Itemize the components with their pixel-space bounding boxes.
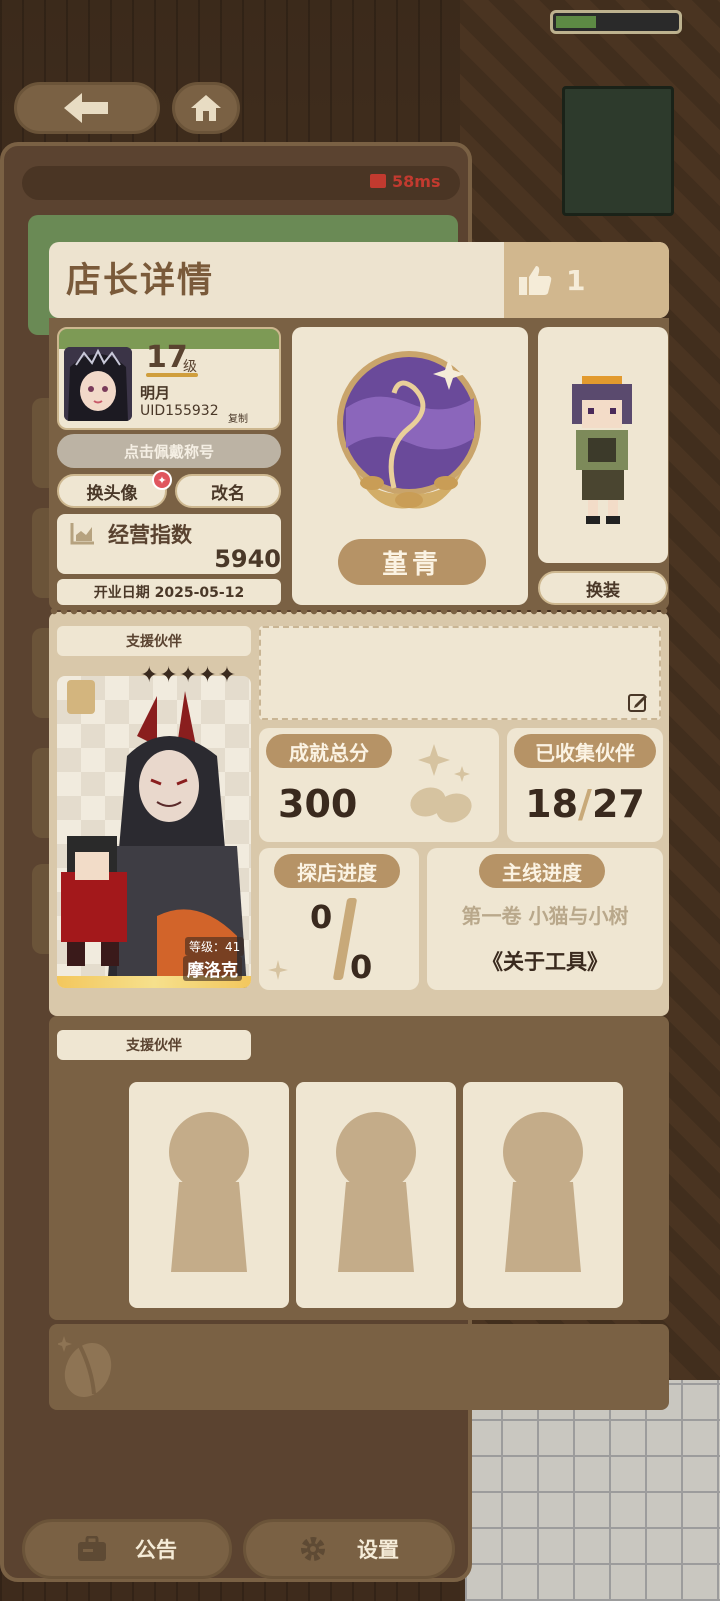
progress-fill <box>556 16 596 28</box>
home-button[interactable] <box>172 82 240 134</box>
partner-name: 摩洛克 <box>183 956 242 981</box>
business-index-value: 5940 <box>214 545 281 573</box>
visit-label: 探店进度 <box>274 854 400 888</box>
edit-icon[interactable] <box>628 692 648 712</box>
briefcase-icon <box>78 1536 106 1561</box>
support-partner-label: 支援伙伴 <box>57 626 251 656</box>
signature-box[interactable] <box>259 626 661 720</box>
wear-title-button[interactable]: 点击佩戴称号 <box>57 434 281 468</box>
main-story-chapter: 第一卷 小猫与小树 <box>461 904 629 928</box>
scallop-divider <box>49 606 669 616</box>
collected-have: 18 <box>525 782 579 826</box>
collected-value: 18/27 <box>507 782 663 826</box>
page-title: 店长详情 <box>66 261 215 301</box>
like-count: 1 <box>566 263 586 297</box>
like-button[interactable]: 1 <box>504 242 669 318</box>
main-story-label: 主线进度 <box>479 854 605 888</box>
coffee-bean-icon <box>410 744 472 823</box>
ping-indicator: 58ms <box>370 172 440 191</box>
gear-icon <box>301 1537 325 1561</box>
notification-badge: ✦ <box>152 470 172 490</box>
visit-done: 0 <box>310 898 333 936</box>
visit-total: 0 <box>350 948 373 986</box>
coffee-bean-icon <box>58 1336 112 1398</box>
level-number: 17 <box>146 340 188 375</box>
rename-button[interactable]: 改名 <box>175 474 281 508</box>
collected-total: 27 <box>591 782 645 826</box>
main-story-title: 《关于工具》 <box>482 950 608 974</box>
footer-strip <box>49 1324 669 1410</box>
support-slot-2[interactable] <box>296 1082 456 1308</box>
notice-button[interactable]: 公告 <box>22 1519 232 1579</box>
role-icon <box>67 680 95 714</box>
emblem-badge <box>337 351 481 509</box>
signal-icon <box>370 174 386 188</box>
sparkle-icon <box>268 960 288 980</box>
open-date: 开业日期 2025-05-12 <box>57 579 281 605</box>
silhouette-icon <box>503 1112 583 1272</box>
support-partner-label-2: 支援伙伴 <box>57 1030 251 1060</box>
outfit-button[interactable]: 换装 <box>538 571 668 605</box>
back-button[interactable] <box>14 82 160 134</box>
support-slot-1[interactable] <box>129 1082 289 1308</box>
notice-label: 公告 <box>135 1538 177 1562</box>
silhouette-icon <box>336 1112 416 1272</box>
emblem-name: 堇青 <box>338 539 486 585</box>
silhouette-icon <box>169 1112 249 1272</box>
fridge-decoration <box>562 86 674 216</box>
support-slot-3[interactable] <box>463 1082 623 1308</box>
change-avatar-button[interactable]: 换头像 <box>57 474 167 508</box>
character-sprite <box>572 376 632 524</box>
collected-label: 已收集伙伴 <box>514 734 656 768</box>
collected-separator: / <box>578 782 592 826</box>
home-icon <box>191 95 221 121</box>
settings-label: 设置 <box>357 1538 399 1562</box>
tile-floor <box>465 1380 720 1601</box>
partner-level: 等级：41 <box>185 937 245 956</box>
achievement-value: 300 <box>278 782 358 826</box>
back-arrow-icon <box>64 93 108 123</box>
chart-icon <box>70 523 94 545</box>
thumbs-up-icon <box>519 266 552 295</box>
achievement-label: 成就总分 <box>266 734 392 768</box>
star-rating: ✦✦✦✦✦ <box>140 663 238 688</box>
player-name: 明月 <box>140 384 171 402</box>
copy-uid-button[interactable]: 复制 <box>228 410 248 425</box>
level-underline <box>146 373 198 377</box>
ping-text: 58ms <box>392 172 441 191</box>
avatar[interactable] <box>64 347 132 421</box>
player-uid: UID155932 <box>140 403 219 419</box>
settings-button[interactable]: 设置 <box>243 1519 455 1579</box>
